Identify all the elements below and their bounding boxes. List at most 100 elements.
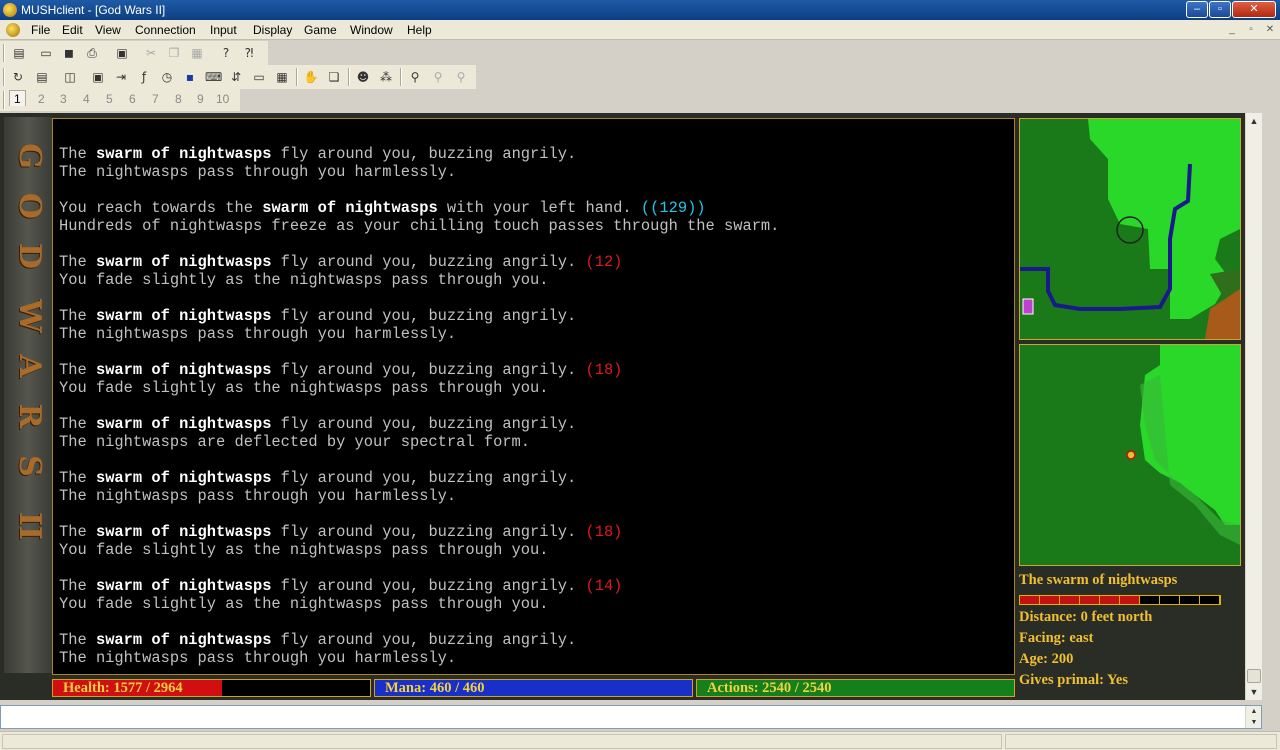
world-tab-9[interactable]: 9 <box>197 92 204 106</box>
copy-icon[interactable]: ❐ <box>166 45 182 61</box>
menu-connection[interactable]: Connection <box>135 23 196 37</box>
target-health-segment <box>1060 596 1080 604</box>
local-map <box>1019 344 1241 566</box>
split-icon[interactable]: ◫ <box>62 69 78 85</box>
output-line: The swarm of nightwasps fly around you, … <box>59 523 1014 541</box>
table-icon[interactable]: ▦ <box>274 69 290 85</box>
output-text: The <box>59 523 96 541</box>
output-text: The nightwasps pass through you harmless… <box>59 325 457 343</box>
find-icon[interactable]: ⚲ <box>407 69 423 85</box>
monitor-icon[interactable]: ▪ <box>182 69 198 85</box>
window-title: MUSHclient - [God Wars II] <box>21 3 166 17</box>
scroll-up-arrow-icon[interactable]: ▲ <box>1246 113 1262 129</box>
status-pane-main <box>2 734 1002 749</box>
output-text: fly around you, buzzing angrily. <box>271 523 586 541</box>
input-scroll-up-icon[interactable]: ▲ <box>1246 706 1262 717</box>
output-text: The nightwasps pass through you harmless… <box>59 163 457 181</box>
output-text: The <box>59 145 96 163</box>
configure-icon[interactable]: ▣ <box>90 69 106 85</box>
mdi-minimize-button[interactable]: _ <box>1224 23 1240 37</box>
actions-label: Actions: 2540 / 2540 <box>707 680 832 696</box>
menu-display[interactable]: Display <box>253 23 292 37</box>
mdi-close-button[interactable]: ✕ <box>1262 23 1278 37</box>
macros-icon[interactable]: ⌨ <box>205 69 222 85</box>
functions-icon[interactable]: ƒ <box>136 69 152 85</box>
overview-map <box>1019 118 1241 340</box>
output-text: You fade slightly as the nightwasps pass… <box>59 271 549 289</box>
output-line: The swarm of nightwasps fly around you, … <box>59 577 1014 595</box>
world-tab-8[interactable]: 8 <box>175 92 182 106</box>
world-tab-4[interactable]: 4 <box>83 92 90 106</box>
send-icon[interactable]: ⇥ <box>113 69 129 85</box>
world-tab-2[interactable]: 2 <box>38 92 45 106</box>
reconnect-icon[interactable]: ↻ <box>10 69 26 85</box>
find-next-icon[interactable]: ⚲ <box>430 69 446 85</box>
close-button[interactable]: ✕ <box>1232 1 1276 18</box>
menu-window[interactable]: Window <box>350 23 393 37</box>
scrollbar-thumb[interactable] <box>1247 669 1261 683</box>
context-help-icon[interactable]: ⁈ <box>241 45 257 61</box>
output-text-area[interactable]: The swarm of nightwasps fly around you, … <box>52 118 1015 675</box>
print-icon[interactable]: ⎙ <box>84 45 100 61</box>
input-scrollbar[interactable]: ▲ ▼ <box>1245 706 1261 728</box>
output-text: You fade slightly as the nightwasps pass… <box>59 541 549 559</box>
output-text: fly around you, buzzing angrily. <box>271 577 586 595</box>
target-health-segment <box>1020 596 1040 604</box>
list-icon[interactable]: ▭ <box>251 69 267 85</box>
world-tab-1[interactable]: 1 <box>9 90 26 106</box>
menu-edit[interactable]: Edit <box>62 23 83 37</box>
output-text: fly around you, buzzing angrily. <box>271 361 586 379</box>
output-line: You fade slightly as the nightwasps pass… <box>59 271 1014 289</box>
paste-icon[interactable]: ▦ <box>189 45 205 61</box>
mana-bar: Mana: 460 / 460 <box>374 679 693 697</box>
input-scroll-down-icon[interactable]: ▼ <box>1246 717 1262 728</box>
menu-file[interactable]: File <box>31 23 50 37</box>
print-preview-icon[interactable]: ▣ <box>114 45 130 61</box>
find-prev-icon[interactable]: ⚲ <box>453 69 469 85</box>
document-icon[interactable]: ▤ <box>34 69 50 85</box>
open-folder-icon[interactable]: ▭ <box>38 45 54 61</box>
output-text: The nightwasps pass through you harmless… <box>59 649 457 667</box>
output-text: fly around you, buzzing angrily. <box>271 469 577 487</box>
world-tab-3[interactable]: 3 <box>60 92 67 106</box>
output-text: The nightwasps are deflected by your spe… <box>59 433 531 451</box>
minimize-button[interactable]: – <box>1186 1 1208 18</box>
maximize-button[interactable]: ▫ <box>1209 1 1231 18</box>
output-line: You reach towards the swarm of nightwasp… <box>59 199 1014 217</box>
save-icon[interactable]: ◼ <box>61 45 77 61</box>
command-input[interactable] <box>0 705 1262 729</box>
output-scrollbar[interactable]: ▲ ▼ <box>1245 113 1262 700</box>
damage-number: (18) <box>585 523 623 541</box>
damage-number: (14) <box>585 577 623 595</box>
user-icon[interactable]: ☻ <box>355 69 371 85</box>
hand-icon[interactable]: ✋ <box>303 69 319 85</box>
title-bar[interactable]: MUSHclient - [God Wars II] – ▫ ✕ <box>0 0 1280 20</box>
target-health-segment <box>1140 596 1160 604</box>
mushclient-app-icon[interactable] <box>3 3 17 17</box>
banner-glyph: II <box>12 511 47 541</box>
clock-icon[interactable]: ◷ <box>159 69 175 85</box>
standard-toolbar: ▤ ▭ ◼ ⎙ ▣ ✂ ❐ ▦ ? ⁈ <box>0 41 268 65</box>
world-tab-10[interactable]: 10 <box>216 92 229 106</box>
world-tab-6[interactable]: 6 <box>129 92 136 106</box>
menu-help[interactable]: Help <box>407 23 432 37</box>
mdi-restore-button[interactable]: ▫ <box>1243 23 1259 37</box>
help-icon[interactable]: ? <box>218 45 234 61</box>
stack-icon[interactable]: ❏ <box>326 69 342 85</box>
menu-input[interactable]: Input <box>210 23 237 37</box>
scroll-down-arrow-icon[interactable]: ▼ <box>1246 684 1262 700</box>
menu-game[interactable]: Game <box>304 23 337 37</box>
document-system-icon[interactable] <box>6 23 20 37</box>
target-health-segment <box>1040 596 1060 604</box>
banner-glyph: R <box>12 403 47 429</box>
world-tab-5[interactable]: 5 <box>106 92 113 106</box>
new-document-icon[interactable]: ▤ <box>11 45 27 61</box>
world-tab-7[interactable]: 7 <box>152 92 159 106</box>
cut-icon[interactable]: ✂ <box>143 45 159 61</box>
menu-view[interactable]: View <box>95 23 121 37</box>
aliases-icon[interactable]: ⇵ <box>228 69 244 85</box>
paws-icon[interactable]: ⁂ <box>378 69 394 85</box>
output-text: You fade slightly as the nightwasps pass… <box>59 595 549 613</box>
target-health-bar <box>1019 595 1221 605</box>
